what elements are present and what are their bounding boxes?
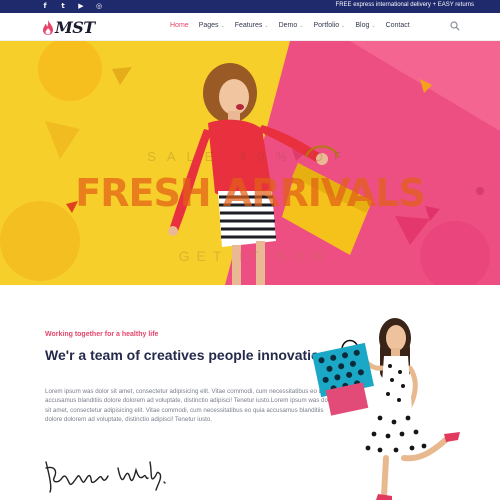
chevron-down-icon: ⌄	[299, 22, 304, 29]
navbar: MST Home Pages ⌄ Features ⌄ Demo ⌄ Portf…	[0, 13, 500, 41]
nav-demo-label: Demo	[278, 22, 298, 29]
flame-logo-icon	[43, 19, 53, 35]
chevron-down-icon: ⌄	[264, 22, 269, 29]
about-title: We'r a team of creatives people innovati…	[45, 347, 333, 363]
chevron-down-icon: ⌄	[341, 22, 346, 29]
nav-blog[interactable]: Blog ⌄	[355, 22, 375, 29]
nav-contact-label: Contact	[385, 22, 410, 29]
nav-features-label: Features	[234, 22, 263, 29]
nav-features[interactable]: Features ⌄	[235, 22, 269, 29]
youtube-icon[interactable]: ▶	[76, 1, 86, 11]
nav-home[interactable]: Home	[170, 22, 189, 29]
about-body: Lorem ipsum was dolor sit amet, consecte…	[45, 388, 335, 423]
nav-blog-label: Blog	[355, 22, 370, 29]
hero-slider[interactable]: SALE 40% OF FRESH ARRIVALS GET IT NOW	[0, 41, 500, 285]
social-links: f t ▶ ◎	[40, 1, 104, 11]
promo-text: FREE express international delivery + EA…	[335, 2, 474, 8]
logo-text: MST	[55, 17, 95, 37]
chevron-down-icon: ⌄	[371, 22, 376, 29]
chevron-down-icon: ⌄	[220, 22, 225, 29]
nav-contact[interactable]: Contact	[386, 22, 410, 29]
page: f t ▶ ◎ FREE express international deliv…	[0, 0, 500, 500]
hero-sale-text: SALE 40% OF	[147, 149, 353, 164]
search-icon[interactable]	[450, 21, 460, 31]
twitter-icon[interactable]: t	[58, 1, 68, 11]
main-menu: Home Pages ⌄ Features ⌄ Demo ⌄ Portfolio…	[170, 22, 410, 29]
instagram-icon[interactable]: ◎	[94, 1, 104, 11]
logo[interactable]: MST	[42, 17, 95, 37]
hero-headline: FRESH ARRIVALS	[75, 171, 425, 215]
get-it-now-button[interactable]: GET IT NOW	[179, 243, 325, 269]
nav-demo[interactable]: Demo ⌄	[279, 22, 304, 29]
nav-pages[interactable]: Pages ⌄	[199, 22, 225, 29]
signature-image	[45, 461, 166, 493]
about-tagline: Working together for a healthy life	[45, 331, 159, 338]
nav-portfolio-label: Portfolio	[313, 22, 340, 29]
nav-pages-label: Pages	[198, 22, 219, 29]
nav-home-label: Home	[170, 22, 189, 29]
top-bar: f t ▶ ◎ FREE express international deliv…	[0, 0, 500, 13]
model-with-bags-image	[312, 318, 460, 500]
facebook-icon[interactable]: f	[40, 1, 50, 11]
nav-portfolio[interactable]: Portfolio ⌄	[313, 22, 345, 29]
